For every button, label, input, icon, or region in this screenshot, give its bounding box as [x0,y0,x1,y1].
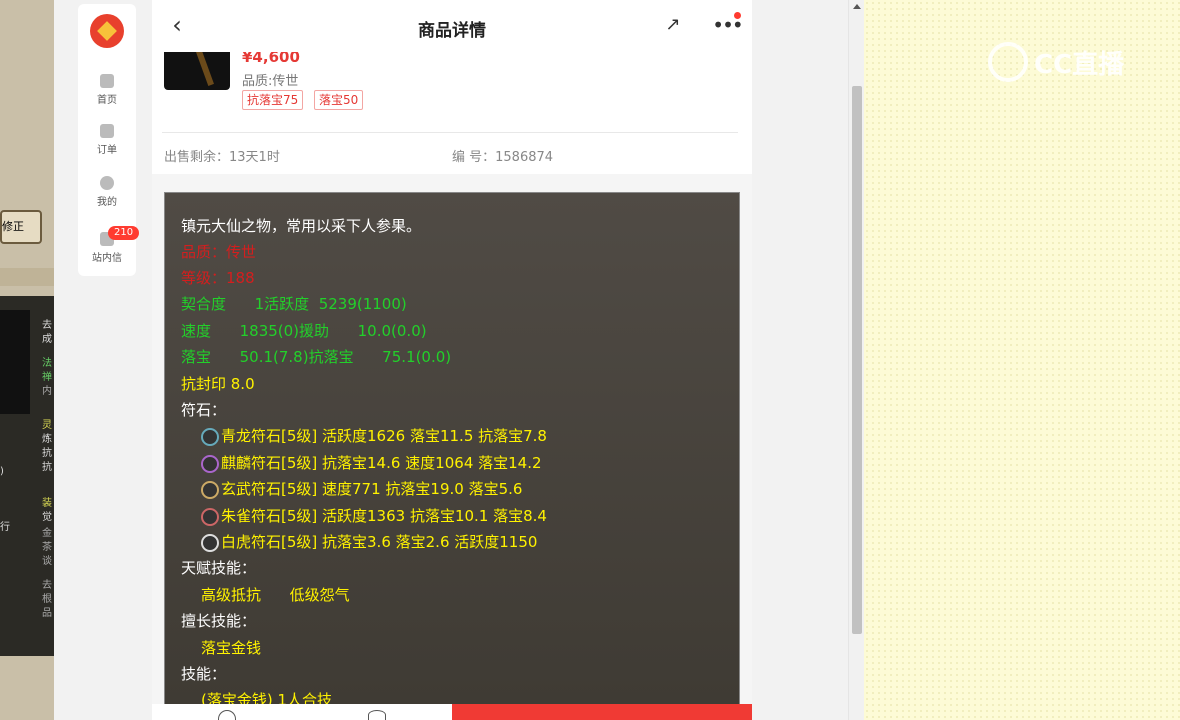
background-text: 根 [42,594,52,605]
product-quality: 品质:传世 [242,74,299,89]
rail-item-label: 首页 [97,95,117,106]
rail-item-orders[interactable]: 订单 [78,124,136,156]
background-text: 觉 [42,512,52,523]
description-intro: 镇元大仙之物，常用以采下人参果。 [181,217,422,235]
share-icon[interactable]: ↗ [662,14,684,36]
background-text: 抗 [42,448,52,459]
user-icon [100,176,114,190]
background-text: 去 [42,580,52,591]
background-fix-label: 修正 [2,220,24,233]
rail-item-label: 我的 [97,197,117,208]
skills-label: 技能： [181,665,227,683]
rail-item-label: 订单 [97,145,117,156]
stream-background: CC直播 [864,0,1180,720]
background-text: 谈 [42,556,52,567]
background-text: 抗 [42,462,52,473]
rune-text: 麒麟符石[5级] 抗落宝14.6 速度1064 落宝14.2 [221,454,542,472]
cc-logo-icon [988,42,1028,82]
rune-azure-dragon-icon [201,427,219,446]
talent-label: 天赋技能： [181,559,257,577]
rune-text: 青龙符石[5级] 活跃度1626 落宝11.5 抗落宝7.8 [221,427,547,445]
specialty-label: 擅长技能： [181,612,257,630]
rune-row: 麒麟符石[5级] 抗落宝14.6 速度1064 落宝14.2 [201,452,542,473]
top-bar: ‹ 商品详情 ↗ ••• [152,0,752,52]
background-text: 灵 [42,420,52,431]
description-stat: 速度 1835(0)援助 10.0(0.0) [181,322,427,340]
rune-vermilion-bird-icon [201,507,219,526]
product-tag: 落宝50 [314,90,364,110]
rune-row: 青龙符石[5级] 活跃度1626 落宝11.5 抗落宝7.8 [201,425,547,446]
serial-number: 编 号：1586874 [452,150,554,165]
background-black-box [0,310,30,414]
favorite-icon[interactable] [218,710,236,720]
rail-item-label: 站内信 [92,253,122,264]
mail-count-badge: 210 [108,226,140,240]
description-stat: 落宝 50.1(7.8)抗落宝 75.1(0.0) [181,348,452,366]
rail-item-profile[interactable]: 我的 [78,176,136,208]
product-detail-page: ¥4,600 品质:传世 抗落宝75 落宝50 出售剩余：13天1时 编 号：1… [152,0,752,720]
talent-values: 高级抵抗 低级怨气 [201,586,350,604]
scrollbar[interactable] [848,0,865,720]
rune-row: 朱雀符石[5级] 活跃度1363 抗落宝10.1 落宝8.4 [201,505,547,526]
notification-dot [734,12,741,19]
rune-white-tiger-icon [201,533,219,552]
description-seal: 抗封印 8.0 [181,375,255,393]
background-text: 去 [42,320,52,331]
background-text: ) [0,466,4,477]
product-thumbnail[interactable] [164,46,230,90]
background-game-window: 修正 去 成 法 禅 内 灵 炼 抗 抗 装 觉 金 茶 谈 去 根 品 ) 行 [0,0,54,720]
background-text: 金 [42,528,52,539]
background-stripe [0,268,54,286]
description-level: 等级：188 [181,269,255,287]
background-fix-button: 修正 [0,210,42,244]
scrollbar-thumb[interactable] [852,86,862,634]
rune-row: 玄武符石[5级] 速度771 抗落宝19.0 落宝5.6 [201,478,522,499]
cancel-icon[interactable] [368,710,386,720]
rune-text: 玄武符石[5级] 速度771 抗落宝19.0 落宝5.6 [221,480,523,498]
side-rail: 首页 订单 我的 站内信 210 [78,4,140,276]
background-text: 成 [42,334,52,345]
product-tag: 抗落宝75 [242,90,304,110]
rail-item-home[interactable]: 首页 [78,74,136,106]
sale-remaining: 出售剩余：13天1时 [164,150,280,165]
runes-label: 符石： [181,401,227,419]
rune-black-tortoise-icon [201,480,219,499]
background-text: 装 [42,498,52,509]
watermark-text: CC直播 [1034,50,1125,80]
rune-text: 朱雀符石[5级] 活跃度1363 抗落宝10.1 落宝8.4 [221,507,547,525]
item-description-panel: 镇元大仙之物，常用以采下人参果。 品质：传世 等级：188 契合度 1活跃度 5… [164,192,740,720]
background-text: 茶 [42,542,52,553]
background-text: 法 [42,358,52,369]
background-text: 品 [42,608,52,619]
buy-button[interactable] [452,704,752,720]
description-quality: 品质：传世 [181,243,257,261]
order-icon [100,124,114,138]
gift-logo-icon[interactable] [90,14,124,48]
home-icon [100,74,114,88]
scroll-up-arrow-icon[interactable] [853,4,861,9]
divider [162,132,738,133]
background-text: 内 [42,386,52,397]
rune-text: 白虎符石[5级] 抗落宝3.6 落宝2.6 活跃度1150 [221,533,538,551]
background-text: 炼 [42,434,52,445]
description-stat: 契合度 1活跃度 5239(1100) [181,295,407,313]
background-text: 行 [0,522,10,533]
product-summary-card: ¥4,600 品质:传世 抗落宝75 落宝50 出售剩余：13天1时 编 号：1… [152,46,752,174]
rune-qilin-icon [201,454,219,473]
rune-row: 白虎符石[5级] 抗落宝3.6 落宝2.6 活跃度1150 [201,531,537,552]
background-text: 禅 [42,372,52,383]
bottom-action-bar [152,704,752,720]
specialty-value: 落宝金钱 [201,639,262,657]
